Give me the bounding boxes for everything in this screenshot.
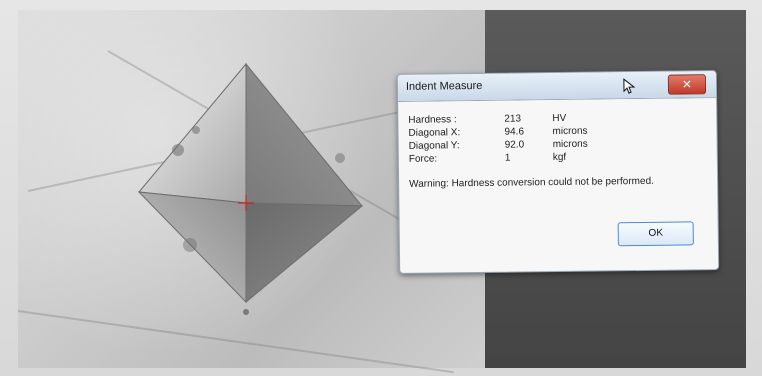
hardness-label: Hardness : <box>408 114 457 126</box>
dialog-title: Indent Measure <box>405 79 483 93</box>
diagonal-x-label: Diagonal X: <box>408 127 461 139</box>
monitor-photo: Indent Measure ✕ Hardness : 213 HV Diago… <box>0 0 762 376</box>
hardness-unit: HV <box>552 112 567 125</box>
indent-measure-dialog: Indent Measure ✕ Hardness : 213 HV Diago… <box>396 70 720 274</box>
measurement-row: Force: 1 kgf <box>409 150 707 167</box>
force-value: 1 <box>504 152 511 164</box>
diagonal-y-label: Diagonal Y: <box>408 140 460 152</box>
diagonal-x-unit: microns <box>552 125 588 138</box>
dialog-titlebar[interactable]: Indent Measure ✕ <box>397 71 717 102</box>
mouse-pointer-icon <box>623 78 636 94</box>
force-label: Force: <box>408 153 438 165</box>
warning-message: Warning: Hardness conversion could not b… <box>409 175 654 190</box>
close-button[interactable]: ✕ <box>667 74 707 95</box>
ok-button[interactable]: OK <box>617 221 694 247</box>
hardness-value: 213 <box>504 113 522 125</box>
diagonal-x-value: 94.6 <box>504 126 525 138</box>
diagonal-y-unit: microns <box>552 138 588 151</box>
force-unit: kgf <box>552 151 567 164</box>
close-icon: ✕ <box>681 77 693 92</box>
diagonal-y-value: 92.0 <box>504 139 525 151</box>
dialog-content: Hardness : 213 HV Diagonal X: 94.6 micro… <box>408 111 708 263</box>
